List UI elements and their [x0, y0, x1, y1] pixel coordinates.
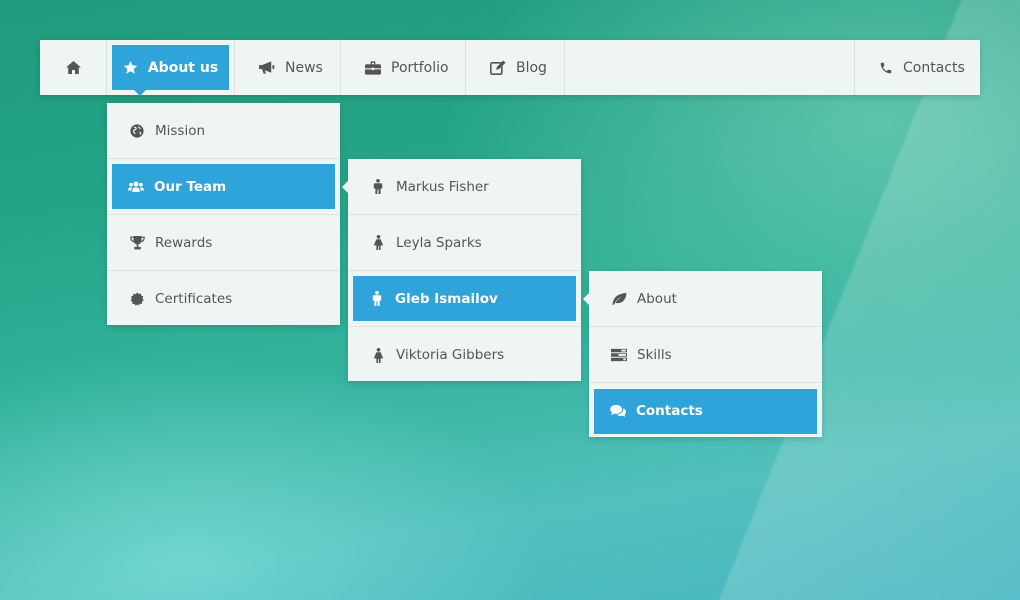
nav-blog[interactable]: Blog [466, 40, 565, 95]
menu-item-markus-fisher[interactable]: Markus Fisher [348, 159, 581, 215]
star-icon [123, 60, 139, 76]
menu-item-viktoria-gibbers[interactable]: Viktoria Gibbers [348, 327, 581, 383]
certificate-icon [129, 291, 145, 307]
globe-icon [129, 123, 145, 139]
female-icon [370, 347, 386, 363]
nav-news[interactable]: News [235, 40, 341, 95]
edit-icon [490, 60, 506, 76]
nav-home[interactable] [40, 40, 107, 95]
leaf-icon [611, 291, 627, 307]
about-dropdown: Mission Our Team Rewards Certificates [107, 103, 340, 325]
menu-item-our-team[interactable]: Our Team [107, 159, 340, 215]
menu-item-gleb-ismailov[interactable]: Gleb Ismailov [348, 271, 581, 327]
male-icon [369, 291, 385, 307]
megaphone-icon [259, 60, 275, 76]
menu-item-label: Markus Fisher [396, 178, 489, 195]
menu-item-leyla-sparks[interactable]: Leyla Sparks [348, 215, 581, 271]
menu-item-label: Certificates [155, 291, 233, 307]
menu-item-label: Viktoria Gibbers [396, 347, 505, 363]
users-icon [128, 179, 144, 195]
tasks-icon [611, 347, 627, 363]
briefcase-icon [365, 60, 381, 76]
nav-about-us[interactable]: About us [107, 40, 235, 96]
main-nav-bar: About us News Portfolio Blog Contacts [40, 40, 980, 96]
menu-item-certificates[interactable]: Certificates [107, 271, 340, 327]
nav-portfolio-label: Portfolio [391, 59, 449, 76]
menu-item-label: Contacts [636, 403, 703, 419]
nav-spacer [565, 40, 855, 95]
female-icon [370, 235, 386, 251]
phone-icon [879, 60, 893, 76]
menu-item-label: Mission [155, 122, 206, 139]
menu-item-label: Skills [637, 346, 672, 363]
menu-item-label: Gleb Ismailov [395, 290, 498, 307]
menu-item-label: About [637, 290, 677, 307]
menu-item-mission[interactable]: Mission [107, 103, 340, 159]
team-dropdown: Markus Fisher Leyla Sparks Gleb Ismailov… [342, 159, 581, 383]
nav-about-label: About us [147, 59, 219, 76]
menu-item-label: Leyla Sparks [396, 234, 482, 251]
home-icon [65, 60, 81, 76]
menu-item-skills[interactable]: Skills [589, 327, 822, 383]
nav-contacts-label: Contacts [903, 59, 965, 76]
menu-item-label: Rewards [155, 234, 213, 251]
comments-icon [610, 403, 626, 419]
person-dropdown: About Skills Contacts [583, 271, 822, 439]
menu-item-contacts[interactable]: Contacts [589, 383, 822, 439]
nav-blog-label: Blog [516, 59, 547, 76]
nav-portfolio[interactable]: Portfolio [341, 40, 466, 95]
nav-news-label: News [285, 59, 323, 76]
menu-item-label: Our Team [154, 178, 227, 195]
menu-item-rewards[interactable]: Rewards [107, 215, 340, 271]
menu-item-about[interactable]: About [589, 271, 822, 327]
nav-contacts[interactable]: Contacts [855, 40, 980, 95]
male-icon [370, 179, 386, 195]
trophy-icon [129, 235, 145, 251]
